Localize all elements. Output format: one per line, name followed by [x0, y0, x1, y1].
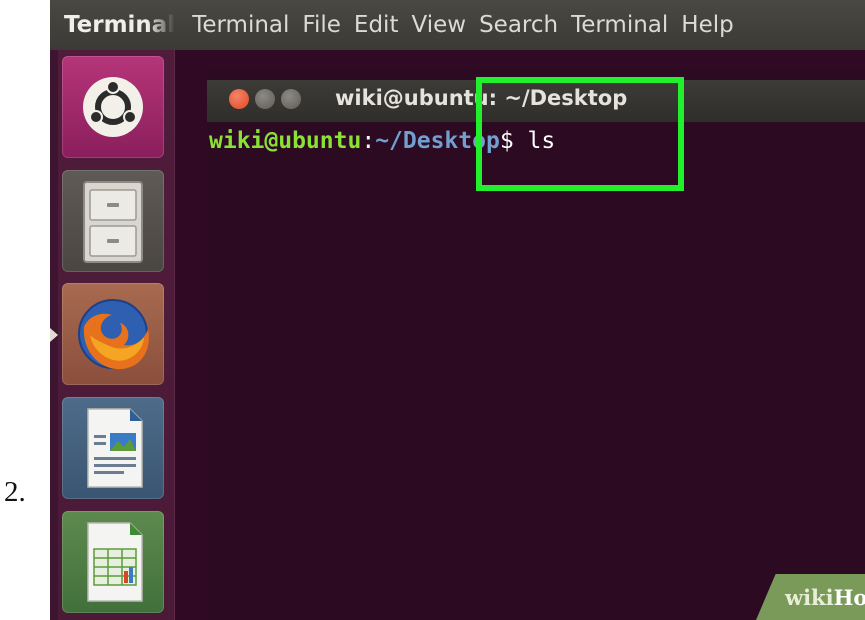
firefox-icon — [78, 299, 149, 370]
top-menubar: Terminal Terminal File Edit View Search … — [50, 0, 865, 50]
launcher-item-firefox[interactable] — [62, 283, 164, 385]
menu-help[interactable]: Help — [681, 12, 733, 38]
prompt-user: wiki@ubuntu — [209, 128, 362, 154]
menu-terminal-2[interactable]: Terminal — [571, 12, 668, 38]
launcher-item-files[interactable] — [62, 170, 164, 272]
wikihow-part-how: How — [833, 585, 865, 610]
launcher-item-dash[interactable] — [62, 56, 164, 158]
launcher-item-calc[interactable] — [62, 511, 164, 613]
prompt-separator: : — [361, 128, 376, 154]
libreoffice-calc-icon — [87, 522, 143, 602]
wikihow-watermark: wikiHow — [785, 585, 865, 610]
highlight-box — [476, 77, 684, 191]
menu-search[interactable]: Search — [479, 12, 558, 38]
app-title: Terminal — [64, 12, 176, 38]
ubuntu-desktop-screenshot: Terminal Terminal File Edit View Search … — [50, 0, 865, 620]
files-icon — [83, 181, 143, 263]
menu-file[interactable]: File — [302, 12, 341, 38]
libreoffice-writer-icon — [87, 408, 143, 488]
terminal-body[interactable]: wiki@ubuntu:~/Desktop$ ls — [207, 122, 865, 620]
active-launcher-arrow-icon — [50, 328, 58, 342]
maximize-window-icon[interactable] — [281, 89, 301, 109]
ubuntu-dash-icon — [83, 77, 143, 137]
step-number: 2. — [4, 476, 26, 508]
close-window-icon[interactable] — [229, 89, 249, 109]
menu-terminal[interactable]: Terminal — [192, 12, 289, 38]
launcher-item-writer[interactable] — [62, 397, 164, 499]
menu-edit[interactable]: Edit — [354, 12, 399, 38]
menu-view[interactable]: View — [411, 12, 466, 38]
wikihow-part-wiki: wiki — [785, 585, 834, 610]
minimize-window-icon[interactable] — [255, 89, 275, 109]
